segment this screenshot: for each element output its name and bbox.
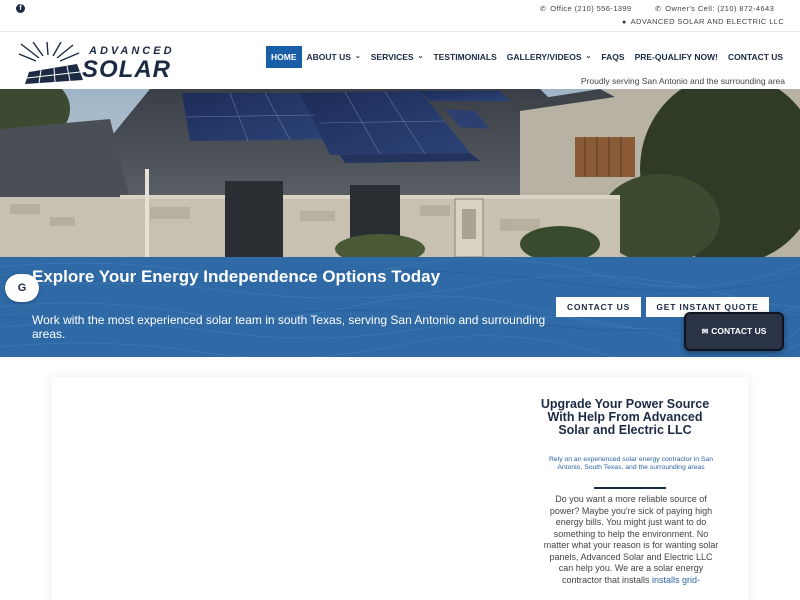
nav-services[interactable]: SERVICES ⌄: [366, 46, 429, 68]
house-with-solar-panels-image: [0, 89, 800, 257]
chevron-down-icon: ⌄: [585, 53, 592, 60]
service-area-tagline: Proudly serving San Antonio and the surr…: [580, 76, 785, 86]
google-reviews-button[interactable]: G: [5, 274, 39, 302]
top-utility-bar: f ✆ Office (210) 556-1399 ✆ Owner's Cell: …: [0, 0, 800, 32]
owner-phone[interactable]: ✆ Owner's Cell: (210) 872-4643: [655, 4, 774, 13]
nav-home[interactable]: HOME: [266, 46, 302, 68]
chat-bubble-icon: ✉: [701, 327, 709, 336]
nav-about-us[interactable]: ABOUT US ⌄: [302, 46, 366, 68]
nav-faqs[interactable]: FAQS: [596, 46, 629, 68]
company-address: ● ADVANCED SOLAR AND ELECTRIC LLC: [622, 17, 785, 26]
site-header: ADVANCED SOLAR HOME ABOUT US ⌄ SERVICES ⌄ …: [0, 32, 800, 89]
logo-text-bottom: SOLAR: [82, 56, 171, 83]
phone-icon: ✆: [655, 6, 662, 13]
chevron-down-icon: ⌄: [354, 53, 361, 60]
banner-heading: Explore Your Energy Independence Options…: [32, 267, 441, 286]
heading-divider: [594, 487, 666, 489]
site-logo[interactable]: ADVANCED SOLAR: [17, 42, 207, 84]
hero-house-photo: [0, 89, 800, 257]
solar-sun-logo-icon: [18, 42, 83, 84]
nav-contact-us[interactable]: CONTACT US: [723, 46, 788, 68]
map-pin-icon: ●: [622, 19, 627, 26]
grid-tied-link[interactable]: installs grid-: [652, 575, 700, 585]
nav-pre-qualify[interactable]: PRE-QUALIFY NOW!: [630, 46, 723, 68]
nav-testimonials[interactable]: TESTIMONIALS: [428, 46, 501, 68]
main-navigation: HOME ABOUT US ⌄ SERVICES ⌄ TESTIMONIALS GA…: [266, 46, 788, 68]
floating-contact-button[interactable]: ✉ CONTACT US: [684, 312, 784, 351]
office-phone[interactable]: ✆ Office (210) 556-1399: [540, 4, 632, 13]
nav-gallery-videos[interactable]: GALLERY/VIDEOS ⌄: [502, 46, 597, 68]
banner-contact-button[interactable]: CONTACT US: [556, 297, 641, 317]
chevron-down-icon: ⌄: [417, 53, 424, 60]
intro-paragraph: Do you want a more reliable source of po…: [543, 494, 719, 585]
facebook-icon[interactable]: f: [16, 4, 25, 13]
phone-icon: ✆: [540, 6, 547, 13]
intro-subheading: Rely on an experienced solar energy cont…: [549, 456, 713, 471]
intro-heading: Upgrade Your Power Source With Help From…: [540, 397, 710, 437]
banner-subheading: Work with the most experienced solar tea…: [32, 313, 546, 341]
